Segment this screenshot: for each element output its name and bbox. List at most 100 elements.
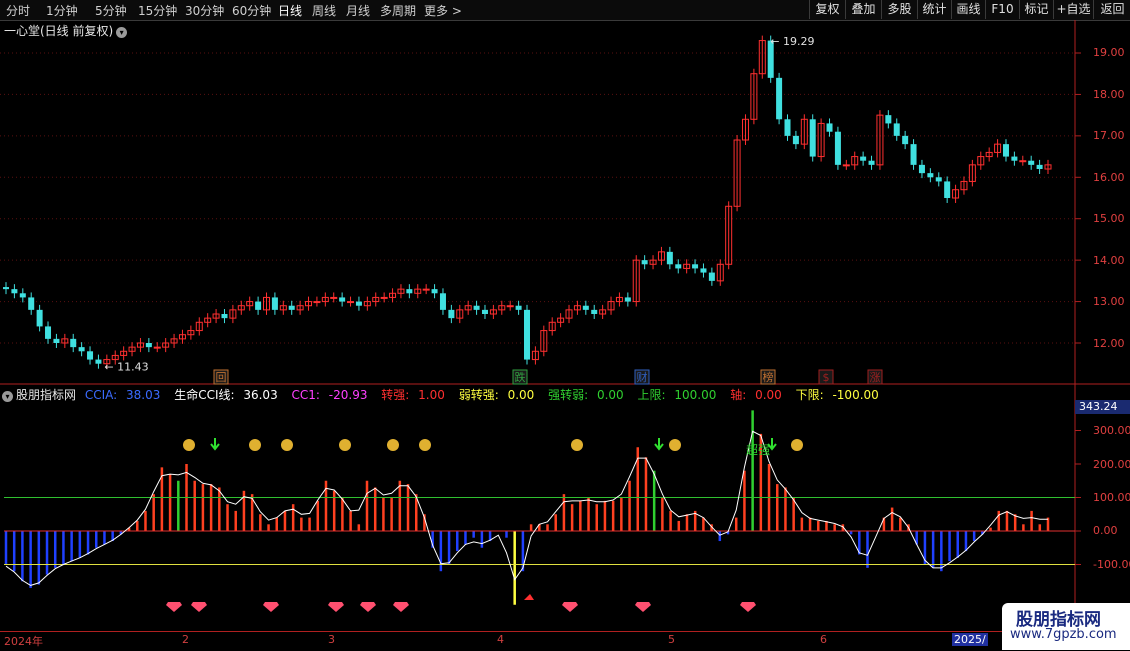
field-cc1: CC1: -20.93 bbox=[291, 388, 368, 402]
candle-body-down bbox=[271, 297, 278, 310]
candle-body-down bbox=[3, 287, 9, 290]
candle-body-up bbox=[313, 301, 321, 304]
candle-body-down bbox=[288, 305, 295, 310]
candle-body-down bbox=[935, 177, 942, 182]
candle-body-down bbox=[78, 347, 85, 352]
candle-body-down bbox=[885, 115, 892, 124]
candle-body-down bbox=[776, 77, 783, 120]
money-bag-icon bbox=[419, 439, 431, 451]
candle-body-down bbox=[910, 144, 917, 165]
candle-body-down bbox=[28, 297, 35, 310]
candle-body-down bbox=[255, 301, 262, 310]
candle-body-down bbox=[448, 309, 455, 319]
price-tick: 17.00 bbox=[1093, 129, 1125, 142]
candle-body-down bbox=[145, 343, 152, 348]
field-lower-limit: 下限: -100.00 bbox=[795, 388, 879, 402]
candle-body-down bbox=[524, 309, 530, 360]
candle-body-down bbox=[591, 309, 598, 314]
candle-body-down bbox=[355, 301, 362, 306]
candle-body-down bbox=[902, 135, 909, 145]
price-tick: 14.00 bbox=[1093, 254, 1125, 267]
candle-body-down bbox=[481, 309, 488, 314]
candle-body-down bbox=[826, 123, 833, 132]
candle-body-down bbox=[582, 305, 589, 310]
money-bag-icon bbox=[249, 439, 261, 451]
candle-body-down bbox=[1036, 164, 1043, 169]
candle-body-down bbox=[918, 164, 925, 174]
field-weak-to-strong: 弱转强: 0.00 bbox=[458, 388, 535, 402]
money-bag-icon bbox=[669, 439, 681, 451]
field-axis: 轴: 0.00 bbox=[730, 388, 782, 402]
current-value-badge: 343.24 bbox=[1075, 400, 1130, 414]
date-axis: 2024年 2 3 4 5 6 2025/ bbox=[0, 631, 1075, 651]
candle-body-down bbox=[834, 131, 841, 165]
candle-body-up bbox=[153, 346, 161, 349]
indicator-menu-icon[interactable]: ▾ bbox=[2, 391, 13, 402]
money-bag-icon bbox=[183, 439, 195, 451]
watermark-url: www.7gpzb.com bbox=[1010, 627, 1117, 642]
money-bag-icon bbox=[281, 439, 293, 451]
date-month-label: 4 bbox=[497, 633, 504, 646]
candle-body-down bbox=[1002, 144, 1009, 157]
candle-body-down bbox=[893, 123, 900, 136]
candle-body-down bbox=[868, 160, 875, 165]
indicator-bars bbox=[4, 410, 1050, 605]
diamond-icon bbox=[360, 602, 376, 612]
candle-body-down bbox=[792, 135, 799, 145]
candle-body-down bbox=[45, 326, 52, 339]
candle-body-down bbox=[431, 289, 438, 294]
candle-body-down bbox=[11, 289, 18, 294]
event-marker-text: 回 bbox=[216, 371, 227, 384]
date-year-label: 2024年 bbox=[4, 635, 43, 648]
candle-body-down bbox=[666, 251, 673, 265]
diamond-icon bbox=[562, 602, 578, 612]
indicator-lines bbox=[4, 430, 1075, 586]
field-turn-strong: 转强: 1.00 bbox=[381, 388, 445, 402]
date-month-label: 5 bbox=[668, 633, 675, 646]
low-price-label: ← 11.43 bbox=[104, 361, 148, 374]
money-bag-icon bbox=[571, 439, 583, 451]
indicator-header: ▾ 股朋指标网 CCIA: 38.03 生命CCI线: 36.03 CC1: -2… bbox=[2, 386, 889, 402]
candle-body-down bbox=[809, 119, 816, 157]
date-month-label: 2 bbox=[182, 633, 189, 646]
candle-body-down bbox=[53, 338, 60, 343]
date-month-label: 3 bbox=[328, 633, 335, 646]
grid-lines bbox=[0, 20, 1130, 650]
candle-body-down bbox=[692, 264, 699, 269]
chart-canvas: ← 19.29 ← 11.43 回 跌 财 榜 $ 涨超强 bbox=[0, 20, 1130, 650]
price-tick: 15.00 bbox=[1093, 212, 1125, 225]
candle-body-down bbox=[708, 272, 715, 281]
date-month-label: 6 bbox=[820, 633, 827, 646]
arrow-down-icon bbox=[210, 438, 220, 451]
candlestick-series bbox=[3, 35, 1052, 369]
field-upper-limit: 上限: 100.00 bbox=[637, 388, 717, 402]
candle-body-down bbox=[473, 305, 480, 310]
diamond-icon bbox=[328, 602, 344, 612]
diamond-icon bbox=[166, 602, 182, 612]
candle-body-down bbox=[860, 156, 867, 161]
super-strong-text: 超强 bbox=[746, 442, 770, 457]
event-marker-text: 榜 bbox=[763, 370, 774, 384]
diamond-icon bbox=[393, 602, 409, 612]
candle-body-down bbox=[700, 268, 707, 273]
candle-body-up bbox=[422, 288, 430, 291]
candle-body-up bbox=[347, 301, 355, 304]
diamond-icon bbox=[635, 602, 651, 612]
indicator-name[interactable]: 股朋指标网 bbox=[16, 388, 76, 402]
price-tick: 19.00 bbox=[1093, 46, 1125, 59]
candle-body-down bbox=[675, 264, 682, 269]
price-tick: 12.00 bbox=[1093, 337, 1125, 350]
money-bag-icon bbox=[339, 439, 351, 451]
candle-body-down bbox=[339, 297, 346, 302]
indicator-tick: -100.00 bbox=[1093, 558, 1130, 571]
candle-body-down bbox=[624, 297, 631, 302]
field-ccia: CCIA: 38.03 bbox=[84, 388, 161, 402]
event-marker-text: 财 bbox=[637, 370, 648, 384]
candle-body-down bbox=[406, 289, 413, 294]
date-year-next-label: 2025/ bbox=[952, 633, 988, 646]
candle-body-down bbox=[515, 305, 522, 310]
field-life-cci: 生命CCI线: 36.03 bbox=[174, 388, 278, 402]
field-strong-to-weak: 强转弱: 0.00 bbox=[548, 388, 624, 402]
money-bag-icon bbox=[387, 439, 399, 451]
price-tick: 13.00 bbox=[1093, 295, 1125, 308]
